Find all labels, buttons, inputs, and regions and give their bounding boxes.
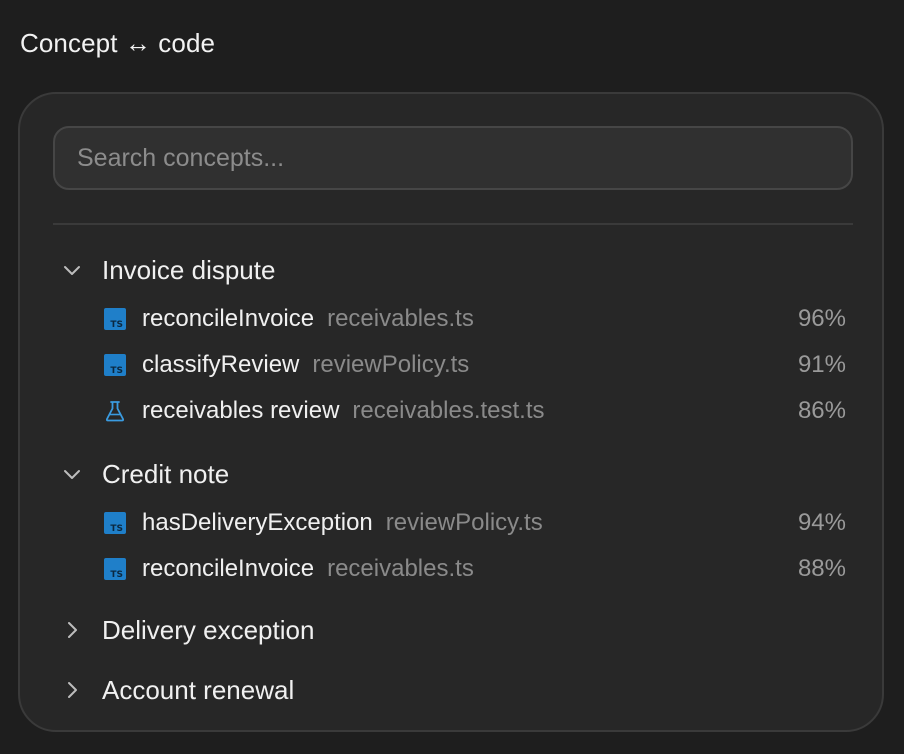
list-item[interactable]: TS reconcileInvoice receivables.ts 88% bbox=[104, 549, 846, 589]
symbol-name: reconcileInvoice bbox=[142, 555, 315, 582]
chevron-right-icon bbox=[60, 678, 84, 702]
group-label: Credit note bbox=[102, 458, 230, 489]
match-score: 88% bbox=[797, 555, 846, 582]
list-item[interactable]: receivables review receivables.test.ts 8… bbox=[104, 391, 846, 431]
typescript-file-icon: TS bbox=[104, 512, 126, 534]
page-title: Concept ↔ code bbox=[20, 28, 216, 58]
symbol-name: reconcileInvoice bbox=[142, 305, 315, 332]
typescript-file-icon: TS bbox=[104, 308, 126, 330]
list-item[interactable]: TS reconcileInvoice receivables.ts 96% bbox=[104, 299, 846, 339]
match-score: 91% bbox=[797, 351, 846, 378]
symbol-name: classifyReview bbox=[142, 351, 300, 378]
group-header-invoice-dispute[interactable]: Invoice dispute bbox=[60, 250, 275, 290]
match-score: 86% bbox=[797, 397, 846, 424]
svg-text:TS: TS bbox=[110, 570, 123, 580]
group-header-account-renewal[interactable]: Account renewal bbox=[60, 670, 294, 710]
symbol-name: receivables review bbox=[142, 397, 340, 424]
file-name: receivables.ts bbox=[327, 305, 474, 332]
file-name: reviewPolicy.ts bbox=[312, 351, 470, 378]
file-name: receivables.test.ts bbox=[352, 397, 545, 424]
match-score: 94% bbox=[797, 509, 846, 536]
test-flask-icon bbox=[104, 400, 126, 422]
match-score: 96% bbox=[797, 305, 846, 332]
svg-text:TS: TS bbox=[110, 320, 123, 330]
concept-panel: Invoice dispute TS reconcileInvoice rece… bbox=[18, 92, 884, 732]
file-name: reviewPolicy.ts bbox=[385, 509, 543, 536]
group-label: Account renewal bbox=[102, 674, 295, 705]
chevron-down-icon bbox=[60, 462, 84, 486]
typescript-file-icon: TS bbox=[104, 558, 126, 580]
group-label: Invoice dispute bbox=[102, 254, 276, 285]
typescript-file-icon: TS bbox=[104, 354, 126, 376]
chevron-right-icon bbox=[60, 618, 84, 642]
group-header-credit-note[interactable]: Credit note bbox=[60, 454, 229, 494]
chevron-down-icon bbox=[60, 258, 84, 282]
list-item[interactable]: TS hasDeliveryException reviewPolicy.ts … bbox=[104, 503, 846, 543]
group-header-delivery-exception[interactable]: Delivery exception bbox=[60, 610, 314, 650]
svg-text:TS: TS bbox=[110, 366, 123, 376]
search-input[interactable] bbox=[53, 126, 853, 190]
list-item[interactable]: TS classifyReview reviewPolicy.ts 91% bbox=[104, 345, 846, 385]
symbol-name: hasDeliveryException bbox=[142, 509, 373, 536]
group-label: Delivery exception bbox=[102, 614, 315, 645]
divider bbox=[53, 223, 853, 225]
svg-text:TS: TS bbox=[110, 524, 123, 534]
file-name: receivables.ts bbox=[327, 555, 474, 582]
